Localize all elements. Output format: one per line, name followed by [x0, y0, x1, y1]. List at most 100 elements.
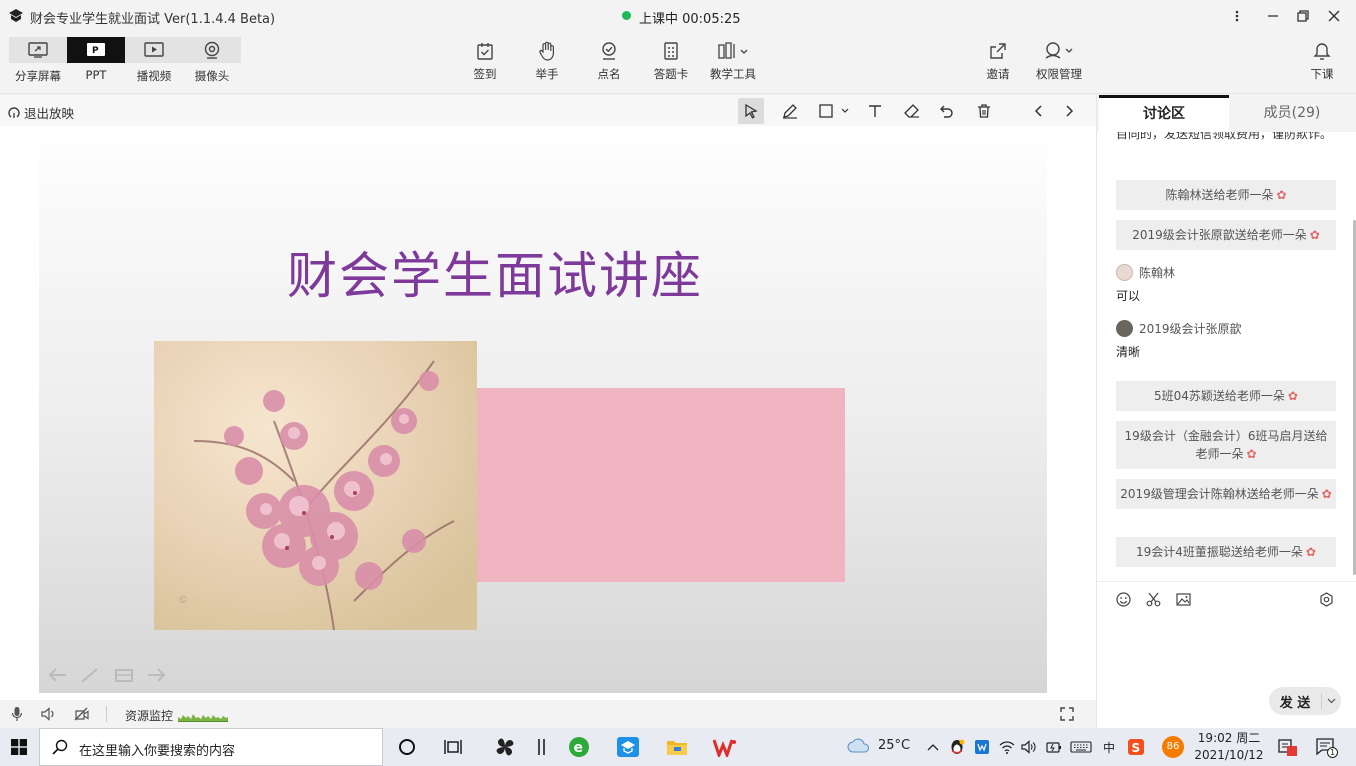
chat-user: 陈翰林	[1116, 264, 1175, 281]
tab-discussion[interactable]: 讨论区	[1099, 95, 1229, 132]
wps-button[interactable]	[713, 736, 737, 758]
tab-members[interactable]: 成员(29)	[1227, 95, 1356, 132]
sign-in-button[interactable]: 签到	[457, 40, 513, 90]
undo-icon	[940, 105, 953, 118]
ppt-slide: 财会学生面试讲座 ©	[39, 126, 1047, 693]
slide-menu-icon[interactable]	[113, 666, 135, 684]
blue-app-icon	[975, 740, 989, 754]
chevron-left-icon	[1034, 105, 1042, 117]
close-button[interactable]	[1321, 4, 1347, 28]
minimize-button[interactable]	[1260, 4, 1286, 28]
send-button[interactable]: 发 送	[1269, 687, 1341, 715]
camera-button[interactable]: 摄像头	[183, 37, 241, 92]
raise-hand-button[interactable]: 举手	[519, 40, 575, 90]
ppt-button[interactable]: P PPT	[67, 37, 125, 92]
avatar[interactable]	[1116, 320, 1133, 337]
taskbar-search[interactable]: 在这里输入你要搜索的内容	[39, 728, 383, 766]
eraser-tool[interactable]	[899, 98, 925, 124]
weather-widget[interactable]: 25°C	[847, 737, 910, 753]
keyboard-tray-icon[interactable]	[1069, 738, 1093, 756]
pen-tool[interactable]	[777, 98, 803, 124]
restore-button[interactable]	[1290, 4, 1316, 28]
side-panel: 讨论区 成员(29) 目同的，发送短信领取费用，谨防欺诈。 陈翰林送给老师一朵 ✿…	[1096, 95, 1356, 728]
slide-forward-icon[interactable]	[145, 666, 167, 684]
pinwheel-app-button[interactable]	[493, 736, 517, 758]
slide-back-icon[interactable]	[47, 666, 69, 684]
exit-presentation-button[interactable]: 退出放映	[8, 103, 74, 122]
chat-username: 2019级会计张原歆	[1139, 322, 1242, 336]
weather-temperature: 25°C	[878, 737, 911, 753]
wifi-tray-icon[interactable]	[997, 738, 1017, 756]
camera-off-button[interactable]	[73, 706, 91, 722]
permission-button[interactable]: 权限管理	[1031, 40, 1087, 90]
wps-icon	[713, 739, 736, 757]
share-screen-button[interactable]: 分享屏幕	[9, 37, 67, 92]
search-icon	[52, 739, 68, 755]
answer-card-button[interactable]: 答题卡	[643, 40, 699, 90]
security-score: 86	[1162, 736, 1184, 758]
classroom-app-button[interactable]	[616, 736, 640, 758]
text-tool[interactable]	[862, 98, 888, 124]
volume-tray-icon[interactable]	[1019, 738, 1039, 756]
flower-icon: ✿	[1309, 228, 1320, 242]
fullscreen-icon	[1060, 707, 1074, 721]
end-class-button[interactable]: 下课	[1294, 40, 1350, 90]
screenshot-button[interactable]	[1144, 590, 1162, 608]
start-button[interactable]	[0, 728, 38, 766]
avatar[interactable]	[1116, 264, 1133, 281]
pointer-tool[interactable]	[738, 98, 764, 124]
camera-off-icon	[74, 707, 89, 721]
browser-button[interactable]: e	[567, 736, 591, 758]
roll-call-button[interactable]: 点名	[581, 40, 637, 90]
chat-username: 陈翰林	[1139, 266, 1176, 280]
system-clock[interactable]: 19:02 周二 2021/10/12	[1192, 730, 1266, 764]
play-video-button[interactable]: 播视频	[125, 37, 183, 92]
ime-indicator[interactable]: 中	[1099, 738, 1119, 756]
file-explorer-button[interactable]	[665, 736, 689, 758]
resource-monitor-label[interactable]: 资源监控	[125, 707, 173, 724]
sogou-icon: S	[1128, 739, 1144, 755]
teaching-tools-icon	[718, 42, 748, 59]
teaching-tools-button[interactable]: 教学工具	[705, 40, 761, 90]
restore-icon	[1297, 10, 1309, 22]
undo-tool[interactable]	[933, 98, 959, 124]
bars-icon	[538, 739, 545, 755]
ppt-label: PPT	[85, 68, 107, 82]
window-title: 财会专业学生就业面试 Ver(1.1.4.4 Beta)	[30, 12, 276, 27]
power-tray-icon[interactable]	[1044, 738, 1064, 756]
app-tray-icon[interactable]	[972, 738, 992, 756]
shape-tool[interactable]	[815, 98, 853, 124]
next-slide-button[interactable]	[1056, 98, 1082, 124]
invite-button[interactable]: 邀请	[970, 40, 1026, 90]
clear-tool[interactable]	[971, 98, 997, 124]
app-bars-button[interactable]	[530, 736, 554, 758]
tray-expand-button[interactable]	[923, 738, 943, 756]
settings-button[interactable]	[1317, 590, 1335, 608]
gift-message: 2019级管理会计陈翰林送给老师一朵 ✿	[1116, 479, 1336, 509]
speaker-button[interactable]	[40, 706, 58, 722]
teaching-tools-label: 教学工具	[710, 67, 756, 81]
slide-pen-icon[interactable]	[79, 666, 101, 684]
previous-slide-button[interactable]	[1026, 98, 1052, 124]
divider	[106, 706, 107, 722]
send-options-button[interactable]	[1321, 693, 1341, 709]
cortana-button[interactable]	[395, 736, 419, 758]
more-menu-button[interactable]	[1224, 4, 1250, 28]
volume-icon	[1021, 740, 1036, 754]
task-view-icon	[444, 740, 462, 754]
wifi-icon	[999, 741, 1015, 754]
qq-tray-icon[interactable]	[947, 738, 967, 756]
windows-logo-icon	[11, 739, 27, 755]
notification-app-icon[interactable]	[1275, 738, 1299, 756]
microphone-button[interactable]	[8, 706, 26, 722]
cursor-icon	[745, 103, 758, 119]
action-center-button[interactable]: 1	[1314, 738, 1338, 758]
svg-text:©: ©	[178, 595, 188, 606]
fullscreen-button[interactable]	[1058, 706, 1076, 722]
security-tray-badge[interactable]: 86	[1160, 736, 1186, 758]
task-view-button[interactable]	[442, 736, 466, 758]
emoji-button[interactable]	[1114, 590, 1132, 608]
sogou-tray-icon[interactable]: S	[1126, 738, 1146, 756]
image-button[interactable]	[1174, 590, 1192, 608]
exit-presentation-label: 退出放映	[24, 106, 75, 121]
